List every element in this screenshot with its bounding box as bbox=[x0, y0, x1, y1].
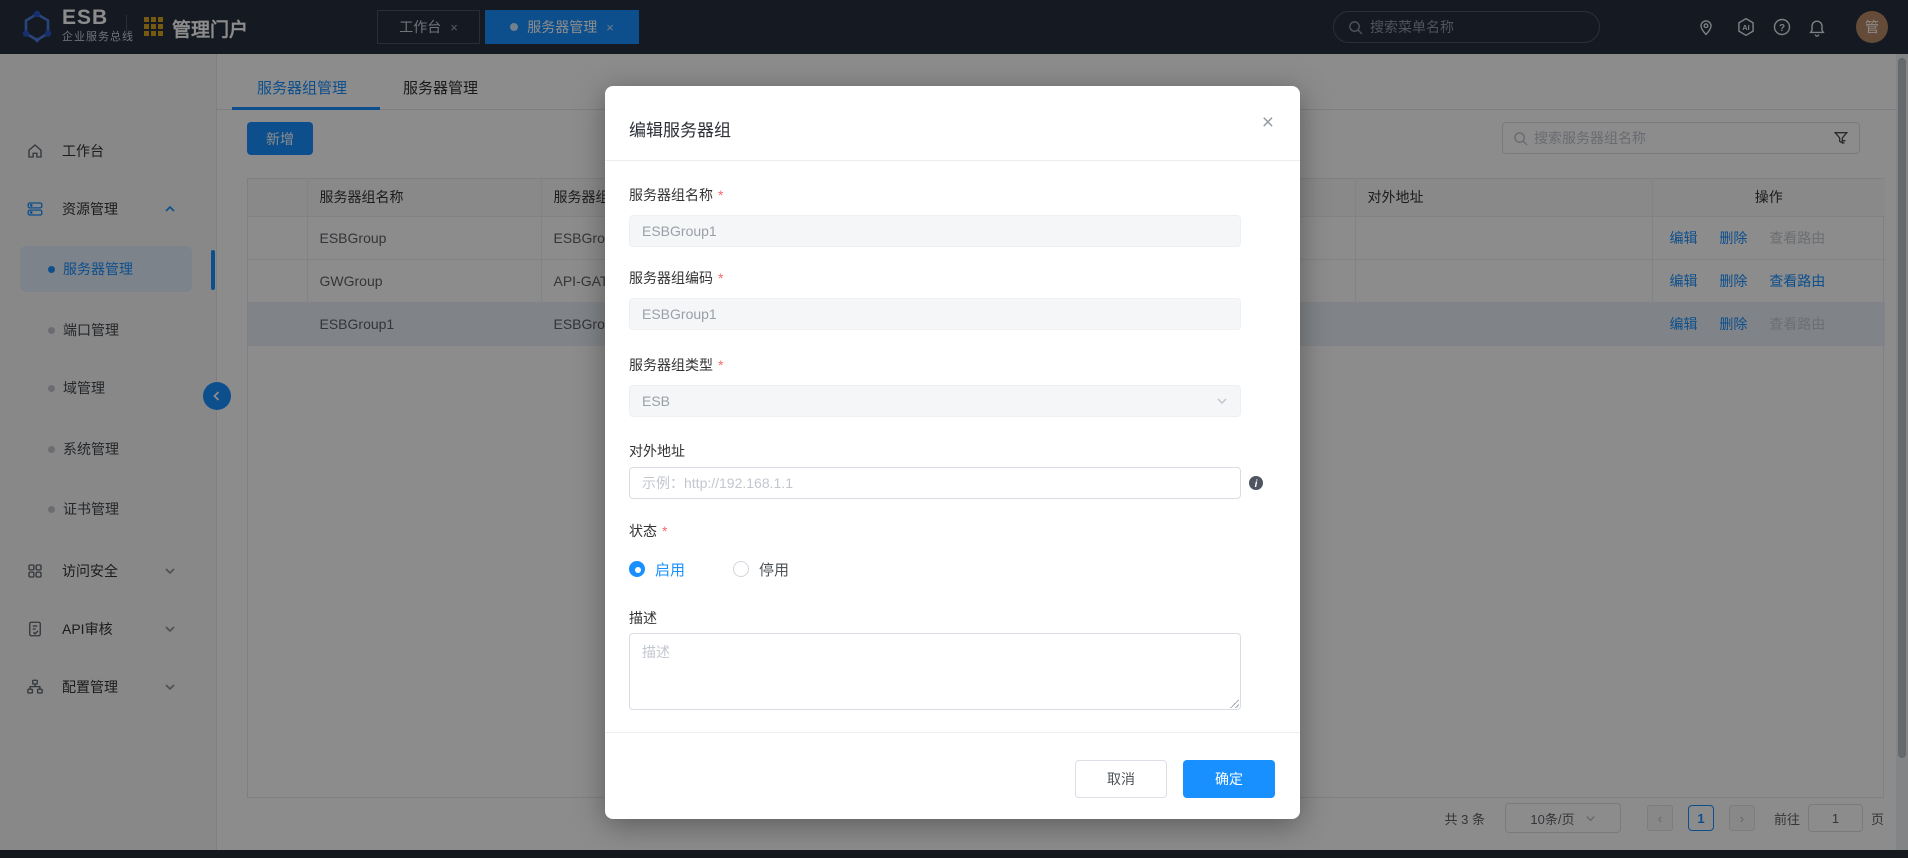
required-asterisk: * bbox=[718, 270, 723, 286]
field-label-address: 对外地址 bbox=[629, 441, 685, 461]
modal-header-divider bbox=[605, 160, 1300, 161]
svg-text:i: i bbox=[1255, 479, 1258, 490]
radio-enabled[interactable] bbox=[629, 561, 645, 577]
radio-disabled-label[interactable]: 停用 bbox=[759, 559, 789, 580]
required-asterisk: * bbox=[718, 187, 723, 203]
close-icon[interactable]: × bbox=[1262, 112, 1274, 133]
description-textarea[interactable] bbox=[629, 633, 1241, 710]
chevron-down-icon bbox=[1216, 395, 1228, 407]
required-asterisk: * bbox=[662, 523, 667, 539]
confirm-button[interactable]: 确定 bbox=[1183, 760, 1275, 798]
screen: ESB 企业服务总线 管理门户 工作台 × 服务器管理 × bbox=[0, 0, 1908, 858]
field-label-desc: 描述 bbox=[629, 608, 657, 628]
modal-title: 编辑服务器组 bbox=[629, 116, 731, 141]
field-label-code: 服务器组编码* bbox=[629, 268, 723, 288]
field-label-name: 服务器组名称* bbox=[629, 185, 723, 205]
group-name-input bbox=[629, 215, 1241, 247]
group-type-value: ESB bbox=[642, 393, 670, 409]
group-type-select[interactable]: ESB bbox=[629, 385, 1241, 417]
window-bottom-edge bbox=[0, 850, 1908, 858]
info-icon[interactable]: i bbox=[1248, 475, 1264, 491]
group-code-input bbox=[629, 298, 1241, 330]
required-asterisk: * bbox=[718, 357, 723, 373]
radio-enabled-label[interactable]: 启用 bbox=[655, 559, 685, 580]
edit-server-group-modal: 编辑服务器组 × 服务器组名称* 服务器组编码* 服务器组类型* ESB 对外地… bbox=[605, 86, 1300, 819]
status-radio-group: 启用 停用 bbox=[629, 559, 789, 579]
field-label-type: 服务器组类型* bbox=[629, 355, 723, 375]
field-label-status: 状态* bbox=[629, 521, 667, 541]
radio-disabled[interactable] bbox=[733, 561, 749, 577]
cancel-button[interactable]: 取消 bbox=[1075, 760, 1167, 798]
modal-footer-divider bbox=[605, 732, 1300, 733]
external-address-input[interactable] bbox=[629, 467, 1241, 499]
